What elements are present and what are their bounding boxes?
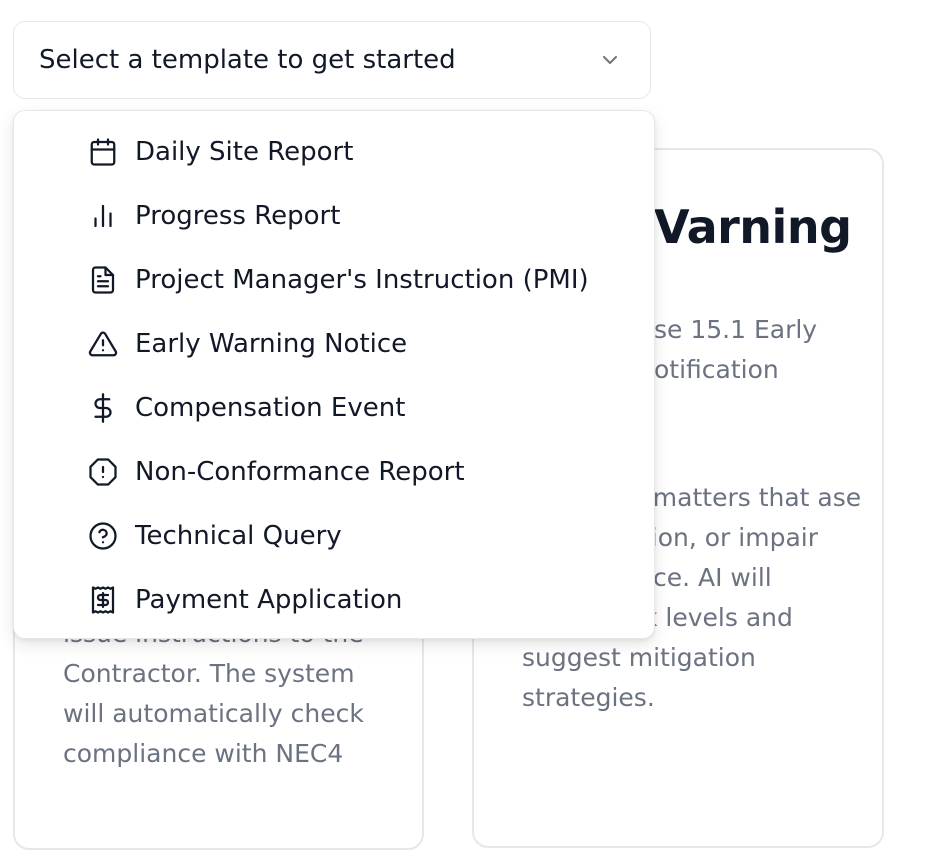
menu-item-label: Daily Site Report — [135, 137, 354, 167]
calendar-icon — [88, 137, 118, 167]
warning-triangle-icon — [88, 329, 118, 359]
menu-item-non-conformance-report[interactable]: Non-Conformance Report — [14, 440, 654, 504]
menu-item-early-warning-notice[interactable]: Early Warning Notice — [14, 312, 654, 376]
alert-octagon-icon — [88, 457, 118, 487]
menu-item-label: Project Manager's Instruction (PMI) — [135, 265, 589, 295]
card-title: Varning — [654, 200, 852, 254]
bar-chart-icon — [88, 201, 118, 231]
menu-item-label: Technical Query — [135, 521, 342, 551]
menu-item-label: Payment Application — [135, 585, 403, 615]
menu-item-label: Non-Conformance Report — [135, 457, 465, 487]
menu-item-payment-application[interactable]: Payment Application — [14, 568, 654, 632]
menu-item-label: Progress Report — [135, 201, 341, 231]
card-subtitle: se 15.1 Early otification — [654, 315, 818, 384]
dollar-sign-icon — [88, 393, 118, 423]
chevron-down-icon — [603, 56, 617, 64]
file-text-icon — [88, 265, 118, 295]
menu-item-progress-report[interactable]: Progress Report — [14, 184, 654, 248]
menu-item-label: Early Warning Notice — [135, 329, 408, 359]
menu-item-technical-query[interactable]: Technical Query — [14, 504, 654, 568]
template-dropdown-menu: Daily Site Report Progress Report Projec… — [13, 110, 655, 639]
template-select-value: Select a template to get started — [39, 45, 456, 75]
template-select[interactable]: Select a template to get started — [13, 21, 651, 99]
menu-item-daily-site-report[interactable]: Daily Site Report — [14, 120, 654, 184]
menu-item-pmi[interactable]: Project Manager's Instruction (PMI) — [14, 248, 654, 312]
menu-item-compensation-event[interactable]: Compensation Event — [14, 376, 654, 440]
help-circle-icon — [88, 521, 118, 551]
menu-item-label: Compensation Event — [135, 393, 406, 423]
receipt-icon — [88, 585, 118, 615]
